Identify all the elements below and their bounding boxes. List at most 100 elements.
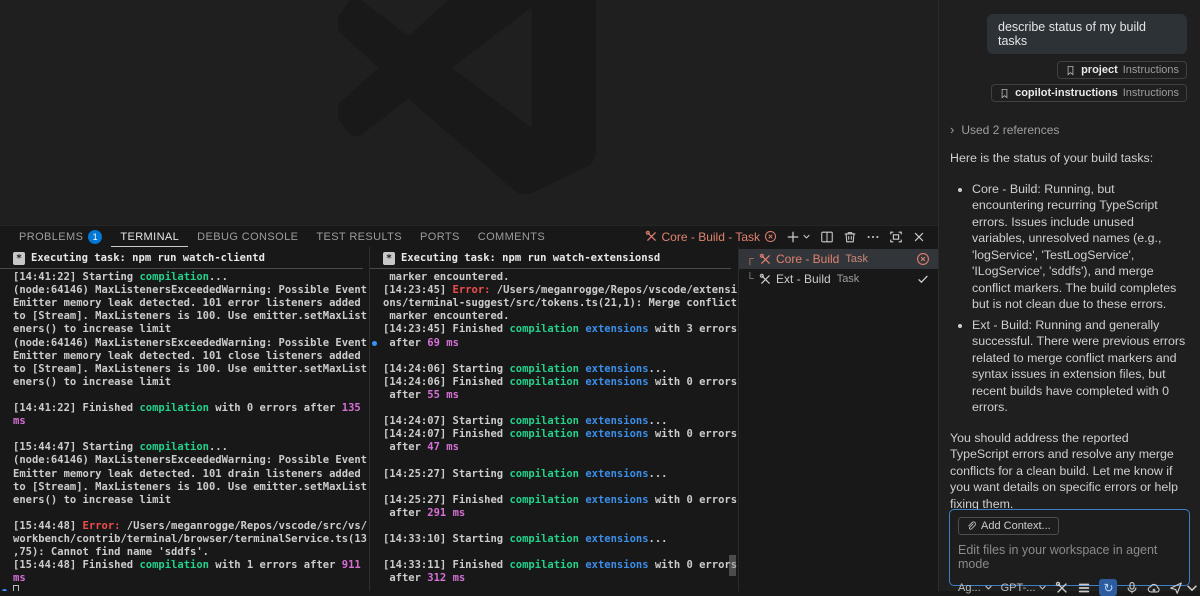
kill-terminal-button[interactable] bbox=[843, 230, 857, 244]
list-icon[interactable] bbox=[1077, 581, 1091, 595]
panel-tab-ports[interactable]: PORTS bbox=[411, 226, 469, 247]
sync-toggle[interactable]: ↻ bbox=[1099, 579, 1117, 596]
terminal-line: eners() to increase limit bbox=[0, 323, 369, 336]
terminal-line: [14:23:45] Finished compilation extensio… bbox=[370, 323, 737, 336]
attachment-chip-project[interactable]: projectInstructions bbox=[1057, 61, 1187, 79]
response-bullet: Ext - Build: Running and generally succe… bbox=[972, 317, 1188, 416]
maximize-panel-button[interactable] bbox=[889, 230, 903, 244]
attachment-chip-copilot-instructions[interactable]: copilot-instructions Instructions bbox=[991, 84, 1187, 102]
terminal-line: after 55 ms bbox=[370, 389, 737, 402]
active-task-label: Core - Build - Task bbox=[662, 230, 760, 244]
terminal-list-item-core-build[interactable]: ┌ Core - Build Task bbox=[739, 249, 938, 269]
user-message: describe status of my build tasks bbox=[987, 14, 1187, 54]
chevron-down-icon[interactable] bbox=[802, 232, 811, 241]
tab-label: PORTS bbox=[420, 231, 460, 243]
tab-label: DEBUG CONSOLE bbox=[197, 231, 298, 243]
terminal-line: [14:23:45] Error: /Users/meganrogge/Repo… bbox=[370, 284, 737, 297]
assistant-response: Here is the status of your build tasks: … bbox=[950, 150, 1188, 541]
tools-icon bbox=[645, 230, 658, 243]
cloud-icon[interactable] bbox=[1147, 581, 1161, 595]
bookmark-icon bbox=[1065, 65, 1076, 76]
attachment-name: copilot-instructions bbox=[1015, 87, 1118, 99]
tools-icon[interactable] bbox=[1055, 581, 1069, 595]
editor-area bbox=[0, 0, 938, 225]
terminal-line: ,75): Cannot find name 'sddfs'. bbox=[0, 546, 369, 559]
terminal-line: [14:41:22] Finished compilation with 0 e… bbox=[0, 402, 369, 415]
panel-tab-problems[interactable]: PROBLEMS1 bbox=[10, 226, 111, 247]
mode-picker[interactable]: Ag... bbox=[958, 582, 993, 594]
terminal-label: Ext - Build bbox=[776, 272, 831, 286]
attachment-kind: Instructions bbox=[1123, 64, 1179, 76]
terminal-line: to [Stream]. MaxListeners is 100. Use em… bbox=[0, 481, 369, 494]
terminal-line bbox=[370, 454, 737, 467]
send-icon bbox=[1169, 581, 1183, 595]
terminal-label: Core - Build bbox=[776, 252, 839, 266]
panel-tab-debug-console[interactable]: DEBUG CONSOLE bbox=[188, 226, 307, 247]
terminal-line: eners() to increase limit bbox=[0, 376, 369, 389]
active-task-tab[interactable]: Core - Build - Task bbox=[645, 230, 777, 244]
terminal-line: [15:44:48] Error: /Users/meganrogge/Repo… bbox=[0, 520, 369, 533]
response-bullets: Core - Build: Running, but encountering … bbox=[950, 181, 1188, 416]
terminal-tabs-list: ┌Core - BuildTask└Ext - BuildTask bbox=[738, 247, 938, 591]
terminal-line: [14:24:06] Starting compilation extensio… bbox=[370, 363, 737, 376]
terminal-line: after 69 ms bbox=[370, 337, 737, 350]
add-context-button[interactable]: Add Context... bbox=[958, 517, 1059, 535]
terminal-line: to [Stream]. MaxListeners is 100. Use em… bbox=[0, 310, 369, 323]
tree-guide: ┌ bbox=[746, 253, 755, 265]
terminal-right-output: marker encountered. [14:23:45] Error: /Us… bbox=[370, 271, 737, 585]
send-button[interactable] bbox=[1169, 581, 1199, 595]
terminal-left[interactable]: *Executing task: npm run watch-clientd [… bbox=[0, 247, 369, 591]
terminal-line bbox=[370, 481, 737, 494]
terminal-line: [14:24:07] Starting compilation extensio… bbox=[370, 415, 737, 428]
terminal-line: marker encountered. bbox=[370, 310, 737, 323]
check-icon bbox=[916, 272, 930, 286]
add-terminal-button[interactable] bbox=[786, 230, 800, 244]
terminal-line: after 312 ms bbox=[370, 572, 737, 585]
terminal-line: [14:24:06] Finished compilation extensio… bbox=[370, 376, 737, 389]
command-decoration-dot[interactable] bbox=[372, 341, 377, 346]
terminal-left-title: *Executing task: npm run watch-clientd bbox=[0, 252, 363, 269]
panel-header: PROBLEMS1TERMINAL DEBUG CONSOLE TEST RESUL… bbox=[0, 225, 938, 247]
terminal-line bbox=[370, 350, 737, 363]
chat-input[interactable]: Edit files in your workspace in agent mo… bbox=[958, 543, 1181, 571]
mic-icon[interactable] bbox=[1125, 581, 1139, 595]
vscode-logo-watermark bbox=[338, 0, 596, 194]
terminal-kind-label: Task bbox=[837, 273, 860, 285]
attachment-kind: Instructions bbox=[1123, 87, 1179, 99]
tools-icon bbox=[759, 253, 772, 266]
terminal-line: workbench/contrib/terminal/browser/termi… bbox=[0, 533, 369, 546]
terminal-line bbox=[370, 402, 737, 415]
chat-input-box[interactable]: Add Context... Edit files in your worksp… bbox=[949, 509, 1190, 586]
more-actions-button[interactable] bbox=[866, 230, 880, 244]
tab-label: COMMENTS bbox=[478, 231, 545, 243]
terminal-line: [14:41:22] Starting compilation... bbox=[0, 271, 369, 284]
split-terminal-button[interactable] bbox=[820, 230, 834, 244]
panel-tab-test-results[interactable]: TEST RESULTS bbox=[307, 226, 411, 247]
panel-tabs: PROBLEMS1TERMINAL DEBUG CONSOLE TEST RESUL… bbox=[0, 226, 554, 247]
terminal-line: after 47 ms bbox=[370, 441, 737, 454]
close-panel-button[interactable] bbox=[912, 230, 926, 244]
terminal-line: [15:44:48] Finished compilation with 1 e… bbox=[0, 559, 369, 572]
panel-tab-terminal[interactable]: TERMINAL bbox=[111, 226, 188, 247]
terminal-list-item-ext-build[interactable]: └Ext - BuildTask bbox=[739, 269, 938, 289]
task-running-badge: * bbox=[383, 252, 395, 265]
terminal-cursor bbox=[13, 585, 19, 591]
terminal-line bbox=[0, 389, 369, 402]
terminal-line: after 291 ms bbox=[370, 507, 737, 520]
terminal-scrollbar[interactable] bbox=[729, 555, 736, 576]
response-bullet: Core - Build: Running, but encountering … bbox=[972, 181, 1188, 313]
panel-actions: Core - Build - Task bbox=[645, 230, 938, 244]
terminal-line: [14:24:07] Finished compilation extensio… bbox=[370, 428, 737, 441]
panel-tab-comments[interactable]: COMMENTS bbox=[469, 226, 554, 247]
used-references-toggle[interactable]: › Used 2 references bbox=[950, 122, 1200, 137]
chat-input-toolbar: Ag... GPT-... ↻ bbox=[958, 579, 1181, 596]
copilot-chat-sidebar: describe status of my build tasks projec… bbox=[938, 0, 1200, 591]
terminal-line bbox=[370, 520, 737, 533]
terminal-right[interactable]: *Executing task: npm run watch-extension… bbox=[370, 247, 737, 591]
terminal-line bbox=[0, 507, 369, 520]
terminal-line: [14:33:10] Starting compilation extensio… bbox=[370, 533, 737, 546]
terminal-line: Emitter memory leak detected. 101 drain … bbox=[0, 468, 369, 481]
terminal-kind-label: Task bbox=[845, 253, 868, 265]
model-picker[interactable]: GPT-... bbox=[1001, 582, 1048, 594]
bookmark-icon bbox=[999, 88, 1010, 99]
